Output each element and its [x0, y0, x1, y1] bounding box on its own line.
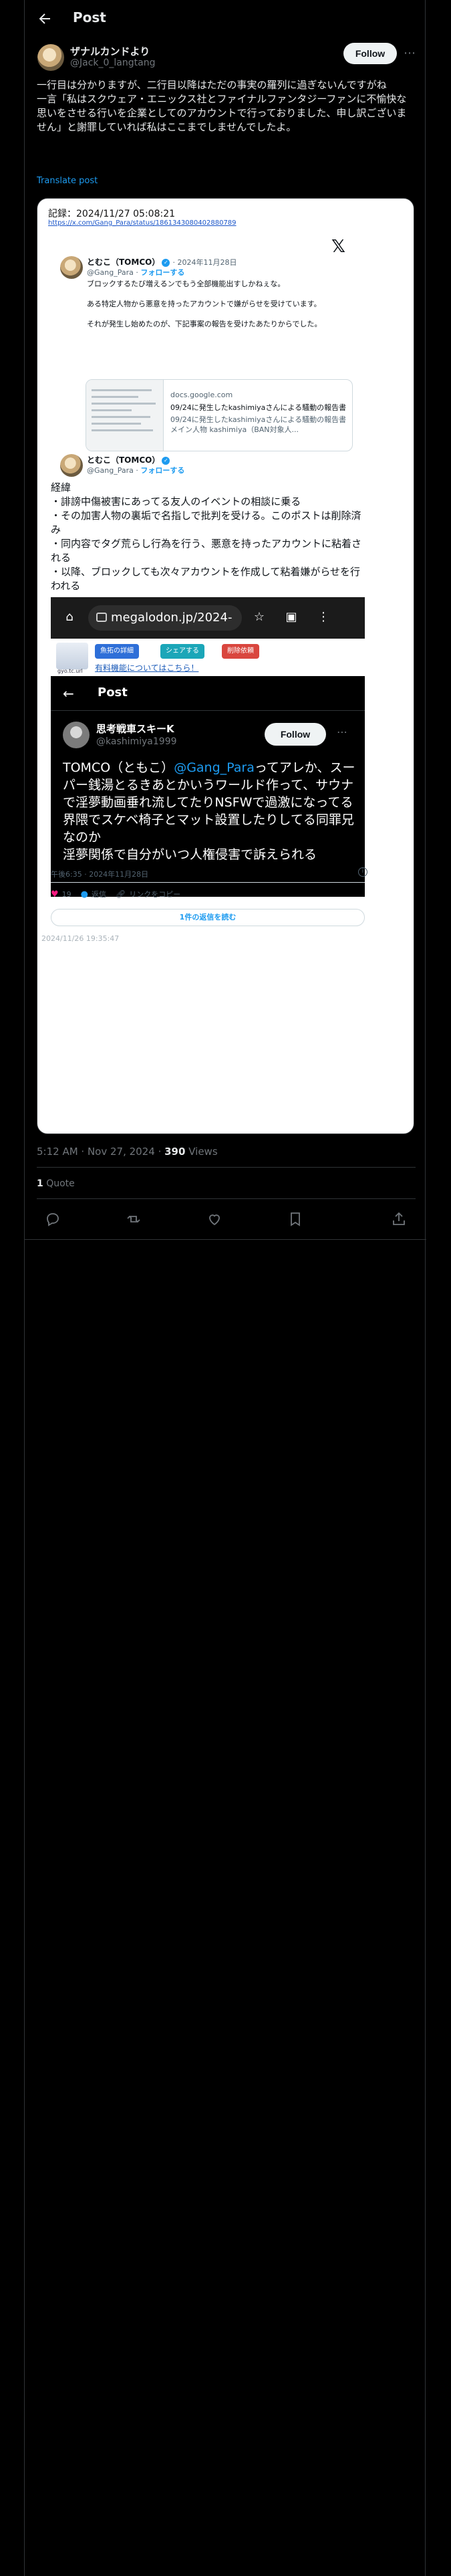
- heart-icon: ♥: [51, 889, 59, 899]
- tune-icon: [96, 613, 107, 622]
- tweet-text: 一行目は分かりますが、二行目以降はただの事実の羅列に過ぎないんですがね 一言「私…: [37, 79, 407, 133]
- quotes-link[interactable]: 1 Quote: [37, 1178, 75, 1189]
- link-card: docs.google.com 09/24に発生したkashimiyaさんによる…: [86, 379, 353, 451]
- gyotaku-logo-text: gyo.tc.url: [57, 668, 83, 674]
- bookmark-icon[interactable]: [287, 1211, 303, 1227]
- embedded-text-2: 経緯 ・誹謗中傷被害にあってる友人のイベントの相談に乗る ・その加害人物の裏垢で…: [51, 481, 362, 592]
- embedded-text: ブロックするたび増えるンでもう全部機能出すしかねぇな。 ある特定人物から悪意を持…: [87, 280, 322, 328]
- action-bar: [37, 1206, 416, 1232]
- repost-icon[interactable]: [126, 1211, 142, 1227]
- embedded-actions: ♥ 19 ● 返信 🔗︎ リンクをコピー: [51, 889, 181, 899]
- link-thumbnail: [86, 380, 164, 451]
- link-icon: 🔗︎: [116, 889, 126, 899]
- x-avatar: [63, 722, 90, 748]
- share-icon[interactable]: [391, 1211, 407, 1227]
- author-name[interactable]: ザナルカンドより: [70, 44, 150, 58]
- link-description: 09/24に発生したkashimiyaさんによる騒動の報告書 メイン人物 kas…: [170, 415, 347, 434]
- gyotaku-logo: [56, 643, 88, 669]
- post-column: Post ザナルカンドより @Jack_0_langtang Follow ⋯ …: [24, 0, 426, 2576]
- more-icon[interactable]: ⋯: [400, 44, 419, 63]
- info-icon: i: [358, 867, 367, 877]
- delete-request-button: 削除依頼: [222, 644, 259, 659]
- link-domain: docs.google.com: [170, 391, 233, 399]
- avatar[interactable]: [37, 44, 64, 71]
- x-more-icon: ⋯: [337, 726, 347, 738]
- kebab-icon: ⋮: [317, 610, 329, 624]
- browser-url-bar: ⌂ megalodon.jp/2024- ☆ ▣ ⋮: [51, 597, 365, 639]
- tweet-meta: 5:12 AM · Nov 27, 2024 · 390 Views: [37, 1146, 218, 1158]
- embedded-avatar-2: [60, 454, 83, 477]
- embedded-name-2: とむこ（TOMCO） ✓: [87, 454, 170, 465]
- follow-button[interactable]: Follow: [343, 43, 397, 64]
- verified-icon: ✓: [162, 456, 170, 465]
- tweet-media-image[interactable]: 記録：2024/11/27 05:08:21 https://x.com/Gan…: [37, 198, 414, 1134]
- comment-icon: ●: [80, 889, 88, 899]
- star-icon: ☆: [253, 610, 265, 624]
- share-button: シェアする: [160, 644, 204, 659]
- embedded-handle-2: @Gang_Para · フォローする: [87, 466, 185, 475]
- embedded-phone-screenshot: ⌂ megalodon.jp/2024- ☆ ▣ ⋮ gyo.tc.url 魚拓…: [51, 597, 365, 897]
- page-title: Post: [73, 9, 106, 25]
- url-text: megalodon.jp/2024-: [111, 611, 233, 625]
- author-handle[interactable]: @Jack_0_langtang: [70, 58, 155, 68]
- x-post-header: ← Post: [51, 676, 365, 711]
- top-bar: Post: [25, 0, 426, 37]
- record-line: 記録：2024/11/27 05:08:21: [48, 209, 176, 219]
- x-logo-icon: 𝕏: [331, 237, 345, 257]
- home-icon: ⌂: [65, 610, 73, 624]
- embedded-divider: [51, 882, 365, 883]
- divider: [37, 1167, 416, 1168]
- detail-button: 魚拓の詳細: [95, 644, 139, 659]
- divider: [25, 1239, 426, 1240]
- x-handle: @kashimiya1999: [96, 736, 177, 747]
- record-url: https://x.com/Gang_Para/status/186134308…: [48, 219, 237, 227]
- translate-link[interactable]: Translate post: [37, 176, 98, 186]
- x-text: TOMCO（ともこ）@Gang_Paraってアレか、スーパー銭湯とるきあとかいう…: [63, 760, 355, 862]
- embedded-name: とむこ（TOMCO） ✓ · 2024年11月28日: [87, 257, 237, 267]
- x-name: 思考戦車スキーK: [96, 723, 174, 735]
- link-title: 09/24に発生したkashimiyaさんによる騒動の報告書: [170, 403, 347, 412]
- x-back-icon: ←: [63, 685, 74, 702]
- embedded-timestamp: 午後6:35 · 2024年11月28日: [51, 870, 149, 879]
- verified-icon: ✓: [162, 258, 170, 267]
- x-follow-button: Follow: [265, 723, 326, 746]
- like-icon[interactable]: [206, 1211, 222, 1227]
- read-replies-button: 1件の返信を読む: [51, 909, 365, 926]
- divider: [37, 1198, 416, 1199]
- reply-icon[interactable]: [45, 1211, 61, 1227]
- embedded-handle: @Gang_Para · フォローする: [87, 268, 185, 277]
- embedded-avatar: [60, 256, 83, 279]
- gyotaku-strip: gyo.tc.url 魚拓の詳細 シェアする 削除依頼 有料機能についてはこちら…: [51, 639, 365, 676]
- back-arrow-icon[interactable]: [37, 11, 53, 27]
- capture-stamp: 2024/11/26 19:35:47: [41, 934, 120, 943]
- tabs-icon: ▣: [285, 610, 297, 624]
- x-post-title: Post: [98, 685, 128, 700]
- paid-feature-link: 有料機能についてはこちら！: [95, 663, 199, 673]
